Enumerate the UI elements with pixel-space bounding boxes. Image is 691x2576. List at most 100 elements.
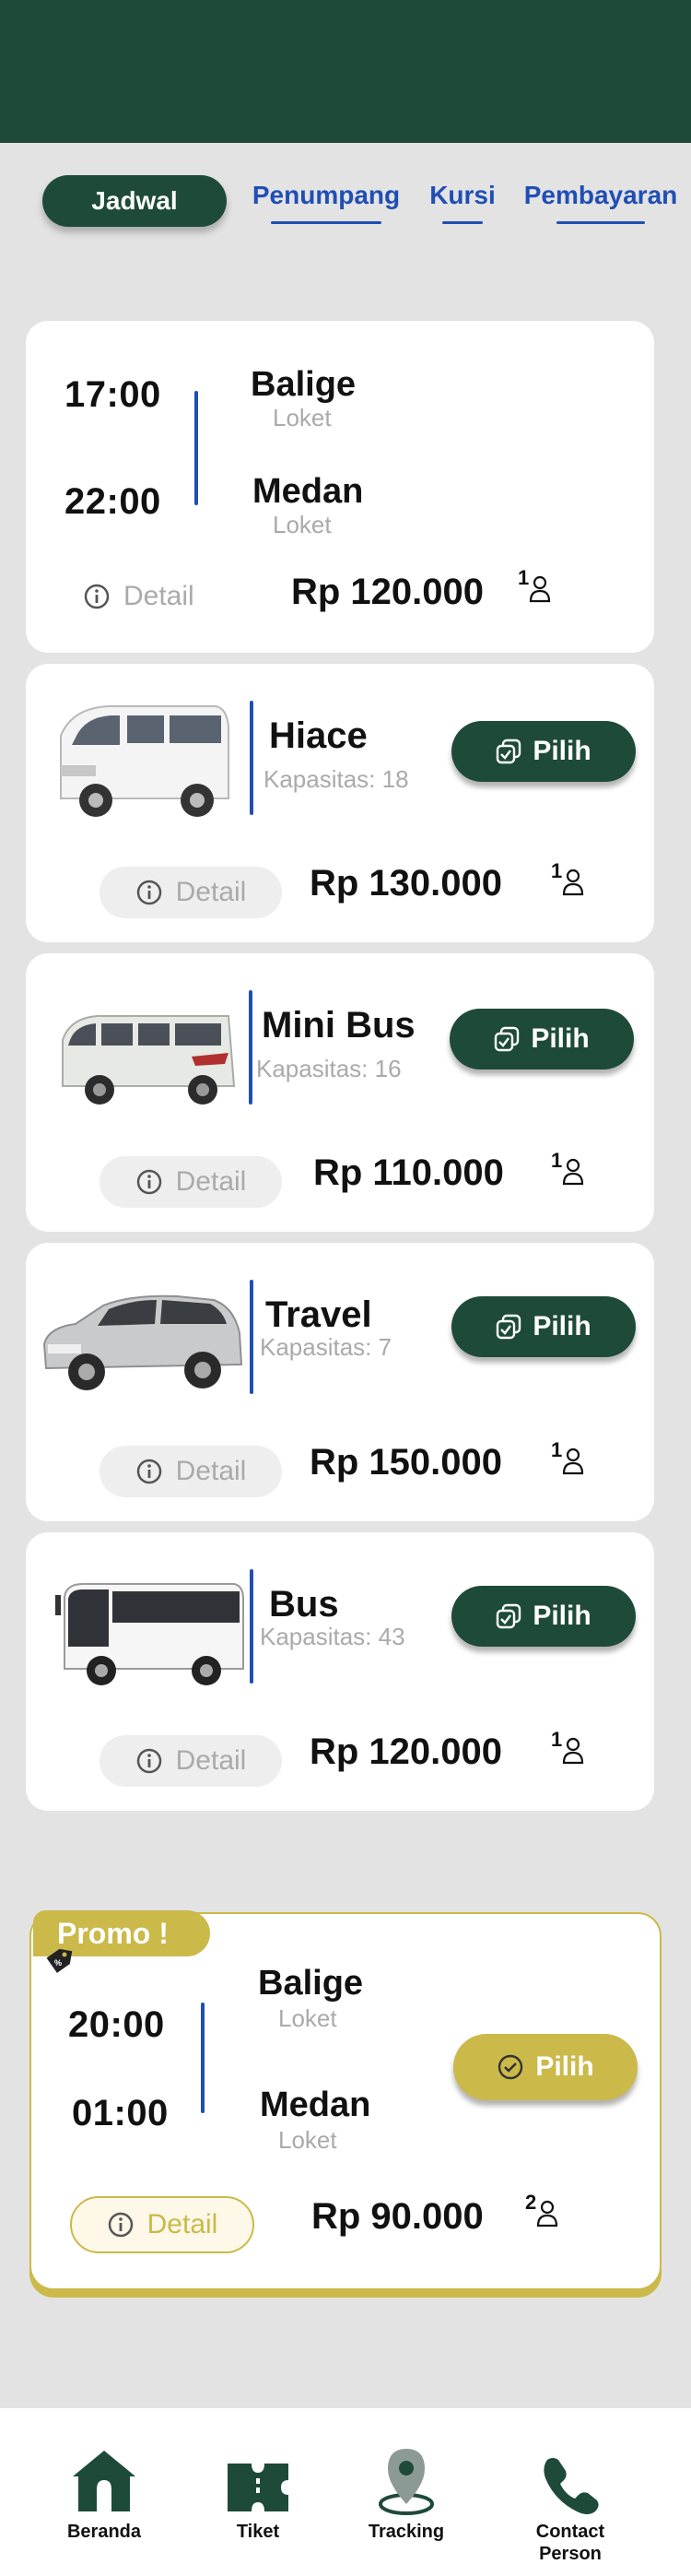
arrive-city: Medan bbox=[260, 2086, 371, 2124]
vehicle-divider bbox=[250, 1569, 253, 1684]
pilih-label: Pilih bbox=[533, 1311, 591, 1341]
passenger-count: 1 bbox=[518, 566, 555, 607]
arrive-time: 22:00 bbox=[64, 481, 161, 522]
pilih-button[interactable]: Pilih bbox=[451, 721, 636, 782]
tab-underline bbox=[556, 221, 645, 224]
depart-place: Loket bbox=[278, 2004, 337, 2032]
person-icon bbox=[562, 1158, 584, 1186]
arrive-city: Medan bbox=[252, 472, 364, 511]
tab-kursi-label: Kursi bbox=[429, 181, 496, 209]
tab-pembayaran-label: Pembayaran bbox=[523, 181, 678, 209]
vehicle-divider bbox=[250, 701, 253, 815]
passenger-number: 1 bbox=[551, 1149, 563, 1172]
person-icon bbox=[529, 575, 551, 603]
person-icon bbox=[562, 869, 584, 896]
detail-label: Detail bbox=[175, 1166, 247, 1197]
promo-card: 20:00 Balige Loket 01:00 Medan Loket Pil… bbox=[29, 1912, 662, 2290]
passenger-number: 1 bbox=[551, 859, 563, 882]
price: Rp 130.000 bbox=[310, 863, 503, 904]
passenger-number: 1 bbox=[551, 1728, 563, 1751]
arrive-place: Loket bbox=[278, 2126, 337, 2154]
bottom-navigation: Beranda Tiket Tracking Contact Person bbox=[0, 2408, 691, 2576]
vehicle-name: Travel bbox=[265, 1294, 372, 1335]
vehicle-name: Mini Bus bbox=[262, 1005, 416, 1046]
vehicle-capacity: Kapasitas: 43 bbox=[260, 1623, 405, 1650]
tab-jadwal[interactable]: Jadwal bbox=[42, 175, 227, 227]
passenger-number: 1 bbox=[551, 1438, 563, 1461]
phone-icon bbox=[544, 2458, 599, 2514]
tab-kursi[interactable]: Kursi bbox=[426, 181, 499, 224]
check-circle-icon bbox=[498, 2054, 523, 2080]
select-icon bbox=[497, 739, 521, 764]
detail-label: Detail bbox=[175, 877, 247, 907]
nav-tiket[interactable]: Tiket bbox=[189, 2445, 327, 2543]
passenger-number: 1 bbox=[518, 566, 530, 589]
vehicle-divider bbox=[249, 990, 252, 1105]
arrive-place: Loket bbox=[273, 511, 332, 538]
vehicle-card-hiace: Hiace Kapasitas: 18 Pilih Detail Rp 130.… bbox=[26, 664, 654, 942]
detail-label: Detail bbox=[175, 1456, 247, 1486]
vehicle-name: Hiace bbox=[269, 715, 368, 756]
pilih-label: Pilih bbox=[535, 2051, 594, 2082]
passenger-count: 1 bbox=[551, 1438, 588, 1479]
passenger-number: 2 bbox=[525, 2191, 537, 2214]
select-icon bbox=[495, 1026, 520, 1052]
tab-penumpang[interactable]: Penumpang bbox=[247, 181, 405, 224]
passenger-count: 1 bbox=[551, 1149, 588, 1189]
tab-pembayaran[interactable]: Pembayaran bbox=[516, 181, 685, 224]
ticket-icon bbox=[228, 2464, 288, 2511]
pilih-button[interactable]: Pilih bbox=[451, 1586, 636, 1647]
pilih-button[interactable]: Pilih bbox=[451, 1296, 636, 1357]
tab-penumpang-label: Penumpang bbox=[252, 181, 401, 209]
promo-detail-button[interactable]: Detail bbox=[70, 2196, 254, 2253]
nav-beranda[interactable]: Beranda bbox=[35, 2445, 173, 2543]
promo-pilih-button[interactable]: Pilih bbox=[453, 2034, 638, 2100]
pilih-label: Pilih bbox=[533, 1601, 591, 1631]
detail-button[interactable]: Detail bbox=[100, 1735, 282, 1787]
route-line bbox=[201, 2003, 205, 2113]
discount-tag-icon: % bbox=[46, 1948, 73, 1973]
nav-contact-person[interactable]: Contact Person bbox=[501, 2445, 639, 2565]
detail-button[interactable]: Detail bbox=[100, 1446, 282, 1497]
vehicle-capacity: Kapasitas: 16 bbox=[256, 1055, 402, 1082]
svg-text:%: % bbox=[54, 1958, 62, 1967]
person-icon bbox=[536, 2200, 558, 2227]
detail-button[interactable]: Detail bbox=[83, 581, 194, 612]
step-tabs: Jadwal Penumpang Kursi Pembayaran bbox=[0, 173, 691, 229]
nav-tracking[interactable]: Tracking bbox=[337, 2445, 475, 2543]
info-icon bbox=[84, 584, 110, 609]
arrive-time: 01:00 bbox=[72, 2093, 169, 2133]
select-icon bbox=[497, 1603, 521, 1629]
detail-button[interactable]: Detail bbox=[100, 867, 282, 918]
info-icon bbox=[136, 880, 161, 905]
depart-city: Balige bbox=[258, 1964, 364, 2003]
price: Rp 110.000 bbox=[313, 1152, 504, 1193]
pilih-label: Pilih bbox=[531, 1023, 590, 1054]
vehicle-card-travel: Travel Kapasitas: 7 Pilih Detail Rp 150.… bbox=[26, 1243, 654, 1521]
nav-label: Contact Person bbox=[535, 2522, 605, 2564]
mpv-car-image bbox=[42, 1294, 243, 1390]
depart-time: 17:00 bbox=[64, 374, 161, 415]
detail-label: Detail bbox=[123, 581, 194, 611]
nav-label: Tiket bbox=[236, 2522, 280, 2542]
info-icon bbox=[108, 2212, 133, 2238]
info-icon bbox=[136, 1748, 161, 1774]
nav-label: Beranda bbox=[66, 2522, 142, 2542]
info-icon bbox=[136, 1169, 161, 1195]
price: Rp 90.000 bbox=[311, 2196, 484, 2237]
info-icon bbox=[136, 1459, 161, 1484]
location-pin-icon bbox=[379, 2449, 434, 2515]
detail-label: Detail bbox=[146, 2209, 218, 2239]
top-app-bar bbox=[0, 0, 691, 143]
detail-label: Detail bbox=[175, 1745, 247, 1776]
pilih-button[interactable]: Pilih bbox=[450, 1009, 634, 1069]
price: Rp 150.000 bbox=[310, 1442, 503, 1483]
depart-place: Loket bbox=[273, 404, 332, 431]
passenger-count: 2 bbox=[525, 2191, 562, 2231]
vehicle-divider bbox=[250, 1280, 253, 1394]
price: Rp 120.000 bbox=[291, 572, 485, 612]
vehicle-card-mini-bus: Mini Bus Kapasitas: 16 Pilih Detail Rp 1… bbox=[26, 953, 654, 1232]
detail-button[interactable]: Detail bbox=[100, 1156, 282, 1208]
home-icon bbox=[73, 2451, 135, 2511]
depart-city: Balige bbox=[251, 365, 357, 404]
